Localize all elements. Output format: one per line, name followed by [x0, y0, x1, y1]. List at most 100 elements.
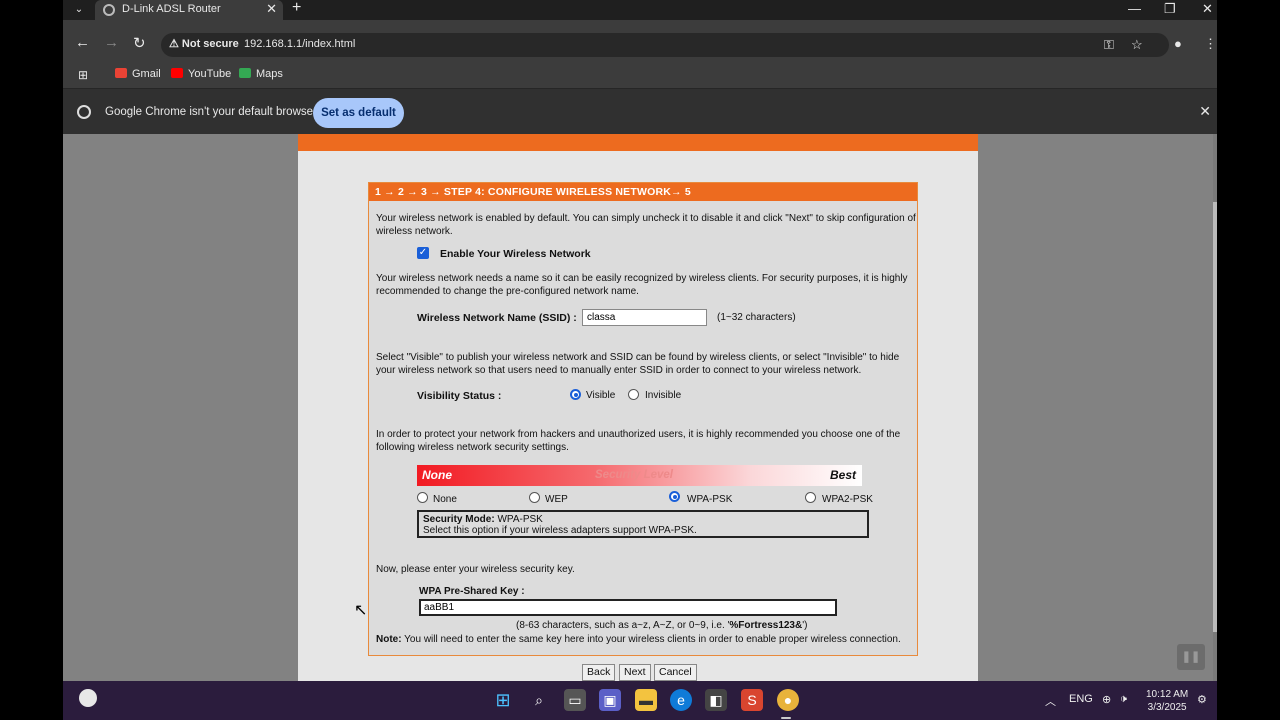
mouse-pointer-icon: ↖ — [354, 602, 368, 619]
chrome-icon — [77, 105, 91, 119]
ssid-label: Wireless Network Name (SSID) : — [417, 312, 577, 324]
window-close-icon[interactable]: ✕ — [1202, 1, 1213, 17]
security-wep-label: WEP — [545, 494, 568, 505]
security-mode-value: WPA-PSK — [497, 514, 543, 525]
restore-icon[interactable]: ❐ — [1164, 1, 1176, 17]
minimize-icon[interactable]: — — [1128, 1, 1141, 16]
taskbar: ⊞ ⌕ ▭ ▣ ▬ e ◧ S ● ︿ ENG ⊕ 🕩 10:12 AM 3/3… — [63, 681, 1217, 720]
cancel-button[interactable]: Cancel — [654, 664, 697, 681]
bookmark-label: Gmail — [132, 68, 161, 80]
browser-window: ⌄ D-Link ADSL Router ✕ + — ❐ ✕ ← → ↻ ⚠ N… — [63, 0, 1217, 681]
enable-wireless-label: Enable Your Wireless Network — [440, 248, 591, 260]
note: Note: You will need to enter the same ke… — [376, 634, 901, 645]
url-text: 192.168.1.1/index.html — [244, 38, 356, 50]
security-wep-radio[interactable] — [529, 492, 540, 503]
tab-active[interactable]: D-Link ADSL Router ✕ — [95, 0, 283, 20]
weather-icon[interactable] — [79, 689, 97, 707]
wizard-panel: 1 → 2 → 3 → STEP 4: CONFIGURE WIRELESS N… — [368, 182, 918, 656]
bookmark-maps[interactable]: Maps — [239, 68, 283, 80]
intro-text: Your wireless network is enabled by defa… — [376, 213, 916, 237]
set-as-default-button[interactable]: Set as default — [313, 98, 404, 128]
page-scrollbar[interactable] — [1213, 134, 1217, 681]
menu-dots-icon[interactable]: ⋮ — [1204, 36, 1217, 52]
wizard-step-title: 1 → 2 → 3 → STEP 4: CONFIGURE WIRELESS N… — [369, 183, 917, 201]
ssid-input[interactable]: classa — [582, 309, 707, 326]
pause-icon[interactable]: ❚❚ — [1177, 644, 1205, 670]
visibility-intro-text: Select "Visible" to publish your wireles… — [376, 352, 900, 376]
settings-gear-icon[interactable]: ⚙ — [1197, 693, 1207, 706]
tray-chevron-up-icon[interactable]: ︿ — [1045, 693, 1056, 709]
search-icon[interactable]: ⌕ — [528, 689, 550, 711]
header-band — [298, 134, 978, 151]
visibility-label: Visibility Status : — [417, 390, 502, 402]
security-none-label: None — [433, 494, 457, 505]
not-secure-label: Not secure — [181, 38, 239, 50]
enable-wireless-checkbox[interactable]: ✓ — [417, 247, 429, 259]
windows-start-icon[interactable]: ⊞ — [492, 689, 514, 711]
security-mode-description: Select this option if your wireless adap… — [423, 525, 697, 536]
security-wpa2-psk-radio[interactable] — [805, 492, 816, 503]
reload-icon[interactable]: ↻ — [133, 34, 146, 52]
key-hint: (8-63 characters, such as a~z, A~Z, or 0… — [516, 620, 807, 631]
tab-close-icon[interactable]: ✕ — [266, 1, 277, 17]
task-view-icon[interactable]: ▭ — [564, 689, 586, 711]
security-intro-text: In order to protect your network from ha… — [376, 429, 901, 453]
tab-search-chevron-icon[interactable]: ⌄ — [71, 0, 87, 20]
presentation-app-icon[interactable]: S — [741, 689, 763, 711]
router-page: 1 → 2 → 3 → STEP 4: CONFIGURE WIRELESS N… — [298, 134, 978, 681]
speaker-icon[interactable]: 🕩 — [1120, 693, 1127, 706]
key-intro-text: Now, please enter your wireless security… — [376, 564, 575, 575]
clock[interactable]: 10:12 AM 3/3/2025 — [1146, 688, 1188, 714]
security-level-best: Best — [829, 468, 856, 482]
not-secure-indicator[interactable]: ⚠ Not secure — [169, 37, 239, 50]
note-text: You will need to enter the same key here… — [404, 634, 901, 645]
bookmark-label: YouTube — [188, 68, 232, 80]
teams-icon[interactable]: ▣ — [599, 689, 621, 711]
youtube-icon — [171, 68, 183, 78]
file-explorer-icon[interactable]: ▬ — [635, 689, 657, 711]
key-hint-suffix: ') — [802, 620, 808, 631]
bookmark-youtube[interactable]: YouTube — [171, 68, 231, 80]
profile-icon[interactable]: ● — [1174, 36, 1182, 51]
tab-strip: ⌄ D-Link ADSL Router ✕ + — ❐ ✕ — [63, 0, 1217, 20]
ssid-intro-text: Your wireless network needs a name so it… — [376, 273, 908, 297]
infobar-close-icon[interactable]: ✕ — [1199, 103, 1211, 120]
security-wpa-psk-radio[interactable] — [669, 491, 680, 502]
page-viewport: 1 → 2 → 3 → STEP 4: CONFIGURE WIRELESS N… — [63, 134, 1217, 681]
pre-shared-key-input[interactable]: aaBB1 — [419, 599, 837, 616]
active-app-indicator — [781, 717, 791, 719]
browser-toolbar: ← → ↻ ⚠ Not secure 192.168.1.1/index.htm… — [63, 20, 1217, 68]
scrollbar-thumb[interactable] — [1213, 202, 1217, 632]
back-arrow-icon[interactable]: ← — [75, 34, 90, 51]
security-wpa2-psk-label: WPA2-PSK — [822, 494, 873, 505]
security-mode-label: Security Mode: — [423, 514, 495, 525]
visible-label: Visible — [586, 390, 616, 401]
forward-arrow-icon[interactable]: → — [104, 34, 119, 51]
chrome-taskbar-icon[interactable]: ● — [777, 689, 799, 711]
infobar-message: Google Chrome isn't your default browser — [105, 106, 317, 118]
password-key-icon[interactable]: ⚿ — [1104, 37, 1114, 53]
bookmark-gmail[interactable]: Gmail — [115, 68, 161, 80]
bookmarks-bar: ⊞ Gmail YouTube Maps — [63, 68, 1217, 88]
ssid-hint: (1~32 characters) — [717, 312, 796, 323]
apps-grid-icon[interactable]: ⊞ — [78, 68, 88, 82]
clock-time: 10:12 AM — [1146, 689, 1189, 700]
globe-icon — [103, 4, 115, 16]
edge-icon[interactable]: e — [670, 689, 692, 711]
security-level-title: Security Level — [595, 469, 673, 481]
visible-radio[interactable] — [570, 389, 581, 400]
store-icon[interactable]: ◧ — [705, 689, 727, 711]
language-indicator[interactable]: ENG — [1069, 693, 1093, 705]
new-tab-plus-icon[interactable]: + — [292, 0, 301, 17]
network-globe-icon[interactable]: ⊕ — [1102, 693, 1111, 706]
security-mode-box: Security Mode: WPA-PSK Select this optio… — [417, 510, 869, 538]
key-hint-prefix: (8-63 characters, such as a~z, A~Z, or 0… — [516, 620, 730, 631]
bookmark-star-icon[interactable]: ☆ — [1131, 37, 1143, 53]
back-button[interactable]: Back — [582, 664, 616, 681]
next-button[interactable]: Next — [619, 664, 651, 681]
security-level-bar: None Security Level Best — [417, 465, 862, 486]
invisible-radio[interactable] — [628, 389, 639, 400]
address-bar[interactable]: ⚠ Not secure 192.168.1.1/index.html ⚿ ☆ — [161, 33, 1169, 57]
security-none-radio[interactable] — [417, 492, 428, 503]
key-label: WPA Pre-Shared Key : — [419, 586, 525, 597]
